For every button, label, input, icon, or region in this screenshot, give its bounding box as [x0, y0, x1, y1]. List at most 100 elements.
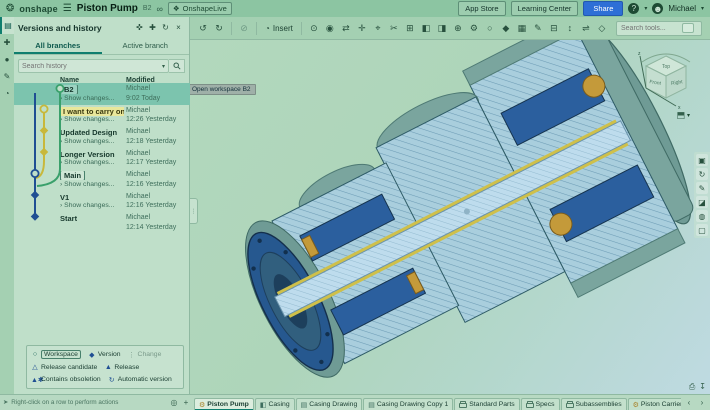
renaming-workspace-label[interactable]: I want to carry on here — [60, 107, 124, 116]
tab-scroll-right-icon[interactable]: › — [696, 396, 708, 409]
tab-label: Casing — [268, 401, 289, 408]
edit-appearance-icon[interactable]: ✎ — [696, 182, 708, 194]
user-name[interactable]: Michael — [668, 4, 696, 13]
insert-clock-icon: ◔ — [265, 24, 270, 33]
show-changes-link[interactable]: › Show changes... — [60, 116, 114, 123]
slider-mate-icon[interactable]: ⌖ — [371, 21, 385, 36]
pump-model-3d[interactable] — [190, 40, 710, 394]
export-icon[interactable]: ↧ — [699, 382, 706, 392]
ball-mate-icon[interactable]: ◨ — [435, 21, 449, 36]
view-cube[interactable]: Top Front Right z x — [636, 48, 696, 112]
tab-active-branch[interactable]: Active branch — [102, 38, 190, 54]
view-options-button[interactable]: ⬒ ▾ — [676, 110, 690, 121]
create-version-icon[interactable]: ✚ — [0, 34, 14, 51]
mate-connector-icon[interactable]: ○ — [483, 21, 497, 36]
parts-list-icon[interactable]: ▣ — [696, 154, 708, 166]
row-time: 9:02 Today — [126, 95, 160, 102]
user-menu-caret-icon[interactable]: ▾ — [701, 5, 704, 12]
learning-center-button[interactable]: Learning Center — [511, 1, 579, 16]
version-row-updated-design[interactable]: Updated Design › Show changes... Michael… — [14, 126, 190, 148]
history-clock-icon[interactable]: ◔ — [0, 85, 14, 102]
share-link-icon[interactable]: ∞ — [156, 4, 162, 14]
rollback-icon[interactable]: ⊘ — [237, 21, 251, 36]
named-views-icon[interactable]: ↻ — [696, 168, 708, 180]
onshape-app: ❂ onshape ☰ Piston Pump B2 ∞ ❖ OnshapeLi… — [0, 0, 710, 410]
exploded-view-icon[interactable]: ◇ — [595, 21, 609, 36]
tab-casing-drawing[interactable]: ▤ Casing Drawing — [296, 398, 363, 410]
undo-icon[interactable]: ↺ — [196, 21, 210, 36]
show-changes-link[interactable]: › Show changes... — [60, 95, 114, 102]
versions-history-icon[interactable]: ▤ — [0, 17, 14, 34]
version-row-v1[interactable]: V1 › Show changes... Michael 12:16 Yeste… — [14, 191, 190, 213]
display-states-icon[interactable]: ◍ — [696, 210, 708, 222]
onshape-logo-icon: ❂ — [6, 4, 14, 14]
add-tab-button[interactable]: + — [180, 396, 192, 409]
orient-icon[interactable]: ⊙ — [307, 21, 321, 36]
fastened-mate-icon[interactable]: ⇄ — [339, 21, 353, 36]
search-submit-button[interactable] — [169, 59, 185, 73]
graph-zoom-fit-button[interactable]: ◎ — [168, 396, 180, 409]
show-changes-link[interactable]: › Show changes... — [60, 138, 114, 145]
onshape-live-badge[interactable]: ❖ OnshapeLive — [168, 2, 232, 15]
pattern-icon[interactable]: ▦ — [515, 21, 529, 36]
edit-in-context-icon[interactable]: ✎ — [531, 21, 545, 36]
row-author: Michael — [126, 171, 150, 178]
tab-label: Specs — [536, 401, 555, 408]
create-version-button[interactable]: ✜ — [133, 21, 146, 34]
print-icon[interactable]: ⎙ — [689, 382, 695, 392]
help-icon[interactable]: ? — [628, 3, 639, 14]
create-branch-button[interactable]: ✚ — [146, 21, 159, 34]
tab-specs[interactable]: Specs — [521, 398, 560, 410]
tab-casing-drawing-copy-1[interactable]: ▤ Casing Drawing Copy 1 — [363, 398, 453, 410]
history-search-input[interactable] — [22, 63, 162, 70]
redo-icon[interactable]: ↻ — [212, 21, 226, 36]
share-button[interactable]: Share — [583, 1, 623, 16]
mate-relation-icon[interactable]: ↕ — [563, 21, 577, 36]
revolute-mate-icon[interactable]: ✛ — [355, 21, 369, 36]
version-name: V1 — [60, 193, 69, 202]
tab-scroll-left-icon[interactable]: ‹ — [683, 396, 695, 409]
version-row-carry-on[interactable]: I want to carry on here › Show changes..… — [14, 105, 190, 127]
cylindrical-mate-icon[interactable]: ⊞ — [403, 21, 417, 36]
show-changes-link[interactable]: › Show changes... — [60, 181, 114, 188]
tool-search-input[interactable] — [621, 25, 679, 32]
version-row-main[interactable]: Main › Show changes... Michael 12:16 Yes… — [14, 169, 190, 191]
version-row-start[interactable]: Start Michael 12:14 Yesterday — [14, 212, 190, 234]
standard-content-icon[interactable]: ⊟ — [547, 21, 561, 36]
tab-label: Casing Drawing Copy 1 — [377, 401, 448, 408]
versions-panel-header: Versions and history ✜ ✚ ↻ × — [14, 17, 189, 38]
replicate-icon[interactable]: ⇌ — [579, 21, 593, 36]
mate-icon[interactable]: ◉ — [323, 21, 337, 36]
refresh-graph-button[interactable]: ↻ — [159, 21, 172, 34]
app-store-button[interactable]: App Store — [458, 1, 505, 16]
section-view-icon[interactable]: ◪ — [696, 196, 708, 208]
user-avatar[interactable]: ☻ — [652, 3, 663, 14]
version-row-longer-version[interactable]: Longer Version › Show changes... Michael… — [14, 148, 190, 170]
show-changes-link[interactable]: › Show changes... — [60, 202, 114, 209]
show-changes-link[interactable]: › Show changes... — [60, 159, 114, 166]
close-panel-button[interactable]: × — [172, 21, 185, 34]
main-menu-icon[interactable]: ☰ — [63, 3, 72, 14]
search-filter-caret-icon[interactable]: ▾ — [162, 63, 165, 70]
tab-subassemblies[interactable]: Subassemblies — [561, 398, 627, 410]
comments-icon[interactable]: ● — [0, 51, 14, 68]
tab-label: Piston Pump — [207, 401, 249, 408]
tab-casing[interactable]: ◧ Casing — [255, 398, 295, 410]
tab-piston-pump[interactable]: ⚙ Piston Pump — [194, 398, 254, 410]
insert-button[interactable]: ◔ Insert — [262, 24, 296, 33]
isolate-icon[interactable]: ▢ — [696, 224, 708, 236]
follow-mode-icon[interactable]: ✎ — [0, 68, 14, 85]
tangent-mate-icon[interactable]: ⚙ — [467, 21, 481, 36]
parallel-mate-icon[interactable]: ⊕ — [451, 21, 465, 36]
help-caret-icon[interactable]: ▾ — [644, 5, 647, 12]
tab-standard-parts[interactable]: Standard Parts — [454, 398, 519, 410]
panel-resize-handle[interactable]: ⋮ — [190, 198, 198, 224]
group-icon[interactable]: ◆ — [499, 21, 513, 36]
planar-mate-icon[interactable]: ✂ — [387, 21, 401, 36]
pin-slot-mate-icon[interactable]: ◧ — [419, 21, 433, 36]
version-row-b2[interactable]: B2 › Show changes... Michael 9:02 Today — [14, 83, 190, 105]
tab-piston-carrier-assembly[interactable]: ⚙ Piston Carrier Assembly — [628, 398, 681, 410]
tab-all-branches[interactable]: All branches — [14, 38, 102, 54]
document-tabs: ⚙ Piston Pump ◧ Casing ▤ Casing Drawing … — [194, 395, 681, 410]
model-canvas[interactable]: Open workspace B2 Top Front Right z x ⬒ … — [190, 40, 710, 394]
